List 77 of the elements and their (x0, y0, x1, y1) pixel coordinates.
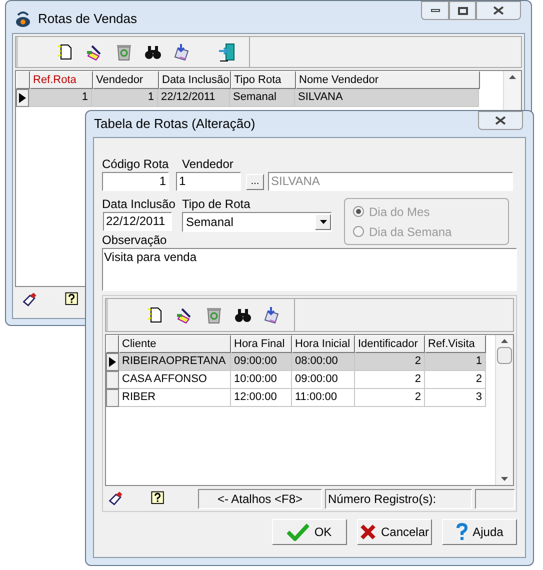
status-bar-field: Número Registro(s): (325, 489, 472, 509)
question-icon (456, 523, 468, 541)
table-cell: 1 (29, 89, 92, 107)
radio-label: Dia da Semana (369, 224, 452, 240)
dropdown[interactable]: Semanal (182, 212, 332, 232)
table-cell: 22/12/2011 (158, 89, 230, 107)
close-icon (493, 6, 504, 15)
table-cell: 3 (425, 389, 486, 407)
lookup-button[interactable]: ... (246, 174, 264, 190)
row-pointer-icon (19, 93, 26, 103)
table-cell: Semanal (230, 89, 295, 107)
row-indicator[interactable] (16, 89, 29, 107)
column-header[interactable]: Identificador (355, 335, 425, 353)
table-cell: 2 (355, 353, 425, 371)
window-title: Rotas de Vendas (38, 10, 138, 28)
column-header[interactable]: Hora Inicial (292, 335, 355, 353)
ok-button[interactable]: OK (272, 519, 347, 545)
cancel-button[interactable]: Cancelar (357, 519, 432, 545)
trash-icon[interactable] (204, 305, 224, 325)
table-cell: 2 (355, 389, 425, 407)
close-icon (495, 116, 506, 125)
input-field[interactable]: 1 (102, 172, 169, 191)
scroll-up-icon[interactable] (509, 75, 516, 79)
column-header[interactable]: Vendedor (93, 71, 159, 89)
minimize-button[interactable] (421, 1, 449, 20)
column-header[interactable]: Data Inclusão (159, 71, 231, 89)
field-label: Observação (102, 233, 168, 247)
table-cell: 11:00:00 (292, 389, 355, 407)
column-header[interactable]: Ref.Rota (30, 71, 93, 89)
table-cell: 09:00:00 (231, 353, 292, 371)
table-cell: 08:00:00 (292, 353, 355, 371)
dropdown-arrow-icon (320, 220, 326, 224)
column-header[interactable]: Cliente (119, 335, 231, 353)
column-header[interactable]: Tipo Rota (231, 71, 296, 89)
input-field[interactable]: 1 (176, 172, 241, 191)
row-pointer-icon (109, 357, 116, 367)
input-field[interactable]: 22/12/2011 (103, 212, 172, 231)
table-cell: 2 (355, 371, 425, 389)
scroll-thumb[interactable] (497, 347, 512, 364)
app-icon (14, 9, 32, 29)
scroll-up-icon[interactable] (501, 339, 508, 343)
column-header[interactable]: Hora Final (231, 335, 292, 353)
window-title: Tabela de Rotas (Alteração) (94, 115, 256, 134)
help-button[interactable]: Ajuda (442, 519, 517, 545)
field-label: Data Inclusão (102, 197, 176, 211)
table-cell: 09:00:00 (292, 371, 355, 389)
input-field[interactable]: SILVANA (268, 172, 513, 191)
status-bar-field: <- Atalhos <F8> (198, 489, 322, 509)
column-header[interactable]: Nome Vendedor (296, 71, 480, 89)
eraser-icon[interactable] (21, 291, 39, 309)
door-icon[interactable] (217, 42, 237, 62)
field-label: Código Rota (102, 157, 169, 171)
close-button[interactable] (478, 111, 523, 130)
field-label: Vendedor (182, 157, 234, 171)
status-bar-field (475, 489, 515, 509)
table-cell: 10:00:00 (231, 371, 292, 389)
table-cell: 1 (425, 353, 486, 371)
row-indicator[interactable] (106, 353, 119, 371)
text-area[interactable]: Visita para venda (102, 248, 517, 291)
table-cell: 2 (425, 371, 486, 389)
scrollbar[interactable] (495, 335, 513, 485)
field-label: Tipo de Rota (182, 197, 252, 211)
table-cell: RIBEIRAOPRETANA (119, 353, 231, 371)
table-cell: RIBER (119, 389, 231, 407)
checkmark-icon (287, 523, 310, 541)
maximize-button[interactable] (449, 1, 476, 20)
x-icon (360, 524, 376, 540)
scroll-down-icon[interactable] (501, 477, 508, 481)
eraser-icon[interactable] (107, 490, 125, 508)
close-button[interactable] (476, 1, 521, 20)
table-cell: CASA AFFONSO (119, 371, 231, 389)
table-cell: SILVANA (295, 89, 479, 107)
trash-icon[interactable] (114, 42, 134, 62)
column-header[interactable]: Ref.Visita (425, 335, 486, 353)
radio-label: Dia do Mes (369, 204, 430, 220)
table-cell: 1 (92, 89, 158, 107)
table-cell: 12:00:00 (231, 389, 292, 407)
